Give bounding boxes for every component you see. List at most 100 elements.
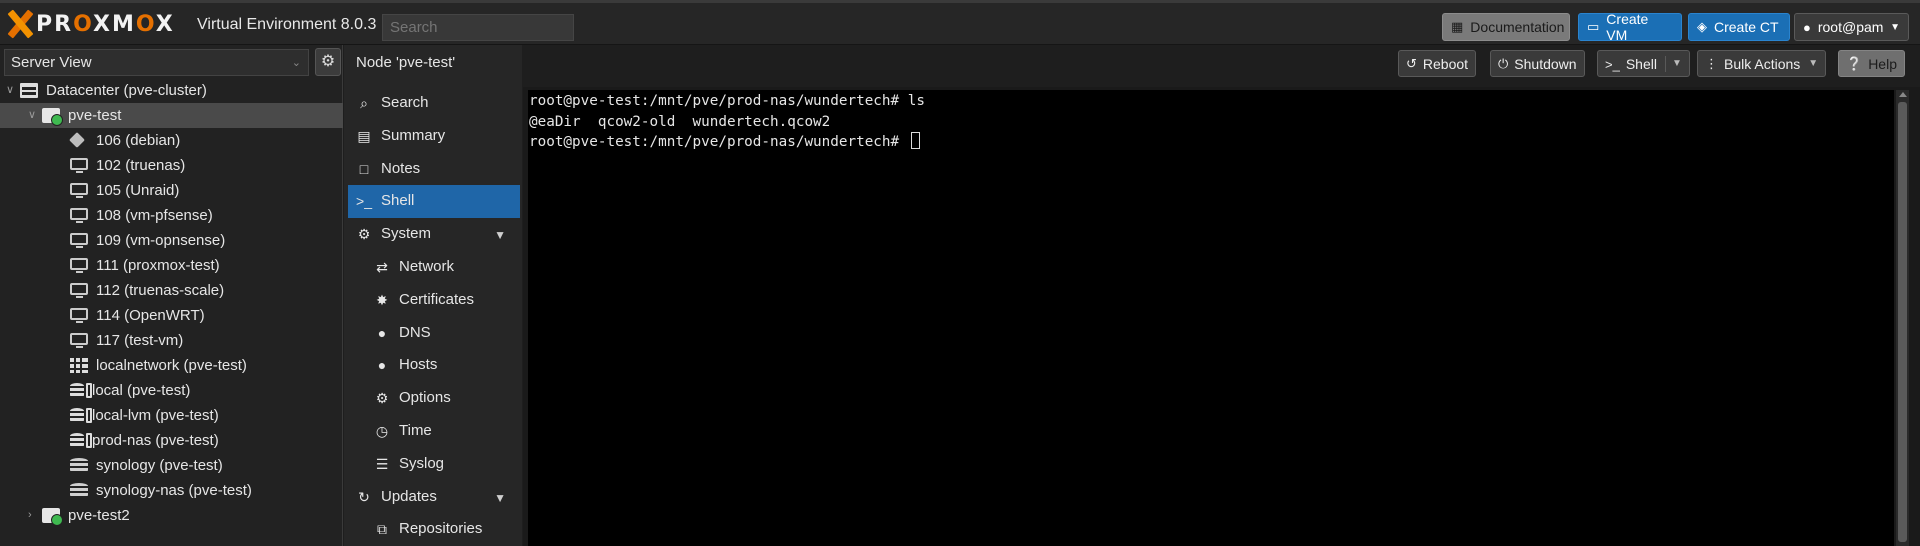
tree-item[interactable]: ∨ pve-test (0, 103, 343, 128)
create-ct-button[interactable]: ◈ Create CT (1688, 13, 1790, 41)
nav-item-label: Updates (381, 487, 437, 505)
terminal-line: root@pve-test:/mnt/pve/prod-nas/wunderte… (529, 93, 925, 109)
node-online-icon (42, 108, 63, 126)
storage-icon (70, 408, 84, 423)
view-select[interactable]: Server View ⌄ (4, 49, 309, 76)
cube-icon: ◈ (1697, 19, 1707, 34)
cogs-icon: ⚙ (357, 226, 371, 243)
create-vm-button[interactable]: ▭ Create VM (1578, 11, 1682, 43)
nav-item-system[interactable]: ⚙ System ▼ (348, 218, 520, 251)
tree-item[interactable]: local-lvm (pve-test) (0, 403, 343, 428)
gear-icon[interactable]: ⚙ (315, 48, 341, 76)
collapse-icon[interactable]: ∨ (6, 78, 18, 103)
help-button[interactable]: ❔ Help (1838, 50, 1905, 77)
expand-icon[interactable]: › (28, 503, 40, 528)
shell-button[interactable]: >_ Shell ▼ (1597, 50, 1690, 77)
certificate-icon: ✸ (376, 291, 388, 308)
datacenter-icon (20, 83, 38, 98)
node-online-icon (42, 508, 63, 526)
nav-item-dns[interactable]: ● DNS (348, 317, 520, 350)
scrollbar-thumb[interactable] (1898, 102, 1907, 542)
nav-item-search[interactable]: ⌕ Search (348, 87, 520, 120)
proxmox-logo[interactable]: PROXMOX (6, 9, 175, 39)
terminal-cursor (910, 132, 920, 149)
nav-item-notes[interactable]: □ Notes (348, 153, 520, 186)
search-icon: ⌕ (360, 95, 368, 111)
tree-item[interactable]: 111 (proxmox-test) (0, 253, 343, 278)
tree-item-label: localnetwork (pve-test) (96, 357, 247, 374)
nav-item-label: Repositories (399, 520, 483, 538)
proxmox-x-icon (6, 9, 34, 39)
bulk-actions-button[interactable]: ⋮ Bulk Actions ▼ (1697, 50, 1827, 77)
globe-icon: ● (377, 324, 387, 341)
terminal-scrollbar[interactable] (1896, 90, 1909, 546)
tree-item[interactable]: prod-nas (pve-test) (0, 428, 343, 453)
user-menu-button[interactable]: ● root@pam ▼ (1794, 13, 1909, 41)
nav-item-network[interactable]: ⇄ Network (348, 251, 520, 284)
tree-item[interactable]: 105 (Unraid) (0, 178, 343, 203)
nav-item-label: System (381, 225, 432, 243)
tree-item[interactable]: ∨ Datacenter (pve-cluster) (0, 78, 343, 103)
nav-item-certificates[interactable]: ✸ Certificates (348, 284, 520, 317)
tree-item-label: synology-nas (pve-test) (96, 482, 252, 499)
list-icon: ☰ (375, 455, 389, 472)
nav-item-summary[interactable]: ▤ Summary (348, 120, 520, 153)
nav-item-label: Syslog (399, 454, 445, 472)
collapse-icon[interactable]: ∨ (28, 103, 40, 128)
tree-item[interactable]: 108 (vm-pfsense) (0, 203, 343, 228)
undo-icon: ↺ (1406, 55, 1417, 71)
nav-item-options[interactable]: ⚙ Options (348, 382, 520, 415)
nav-item-label: Hosts (399, 356, 438, 374)
tree-item[interactable]: localnetwork (pve-test) (0, 353, 343, 378)
tree-item[interactable]: synology (pve-test) (0, 453, 343, 478)
documentation-button[interactable]: ▦ Documentation (1442, 13, 1570, 41)
logo-wordmark: PROXMOX (36, 11, 175, 37)
terminal-icon: >_ (1605, 56, 1620, 72)
nav-item-label: Time (399, 421, 432, 439)
question-circle-icon: ❔ (1846, 55, 1863, 71)
tree-item-label: 105 (Unraid) (96, 182, 180, 199)
nav-item-time[interactable]: ◷ Time (348, 415, 520, 448)
scroll-up-arrow-icon[interactable] (1899, 92, 1907, 97)
network-grid-icon (70, 358, 88, 373)
tree-item-label: 102 (truenas) (96, 157, 186, 174)
nav-item-label: Network (399, 257, 455, 275)
chevron-down-icon[interactable]: ▼ (494, 219, 506, 251)
shutdown-button[interactable]: ⏻ Shutdown (1490, 50, 1585, 77)
nav-item-label: Summary (381, 126, 446, 144)
globe-icon: ● (377, 357, 387, 374)
terminal[interactable]: root@pve-test:/mnt/pve/prod-nas/wunderte… (528, 90, 1894, 546)
chevron-down-icon[interactable]: ▼ (1672, 58, 1682, 69)
tree-item-label: 112 (truenas-scale) (96, 282, 225, 299)
tree-item[interactable]: synology-nas (pve-test) (0, 478, 343, 503)
vm-monitor-icon (70, 308, 88, 323)
node-nav-list: ⌕ Search ▤ Summary □ Notes >_ Shell ⚙ System ▼ ⇄ Net… (348, 87, 520, 546)
tree-item-label: 111 (proxmox-test) (96, 257, 220, 274)
tree-item[interactable]: › pve-test2 (0, 503, 343, 528)
nav-item-syslog[interactable]: ☰ Syslog (348, 448, 520, 481)
tree-item[interactable]: 114 (OpenWRT) (0, 303, 343, 328)
tree-item-label: Datacenter (pve-cluster) (46, 82, 207, 99)
nav-item-label: Notes (381, 159, 421, 177)
tree-item-label: 114 (OpenWRT) (96, 307, 205, 324)
tree-item[interactable]: 109 (vm-opnsense) (0, 228, 343, 253)
terminal-line: @eaDir qcow2-old wundertech.qcow2 (529, 113, 831, 130)
tree-item[interactable]: 117 (test-vm) (0, 328, 343, 353)
top-bar: PROXMOX Virtual Environment 8.0.3 ▦ Docu… (0, 0, 1920, 45)
nav-item-hosts[interactable]: ● Hosts (348, 349, 520, 382)
book-icon: ▦ (1451, 19, 1464, 34)
nav-item-shell[interactable]: >_ Shell (348, 185, 520, 219)
notes-icon: □ (359, 160, 369, 177)
search-input[interactable] (382, 14, 574, 41)
nav-item-updates[interactable]: ↻ Updates ▼ (348, 481, 520, 514)
nav-item-repositories[interactable]: ⧉ Repositories (348, 513, 520, 546)
ellipsis-vertical-icon: ⋮ (1705, 55, 1718, 71)
reboot-button[interactable]: ↺ Reboot (1398, 50, 1477, 77)
tree-item-label: prod-nas (pve-test) (92, 432, 219, 449)
tree-item[interactable]: 112 (truenas-scale) (0, 278, 343, 303)
chevron-down-icon[interactable]: ▼ (494, 482, 506, 514)
tree-item[interactable]: local (pve-test) (0, 378, 343, 403)
tree-item[interactable]: 106 (debian) (0, 128, 343, 153)
tree-item[interactable]: 102 (truenas) (0, 153, 343, 178)
tree-item-label: 106 (debian) (96, 132, 181, 149)
